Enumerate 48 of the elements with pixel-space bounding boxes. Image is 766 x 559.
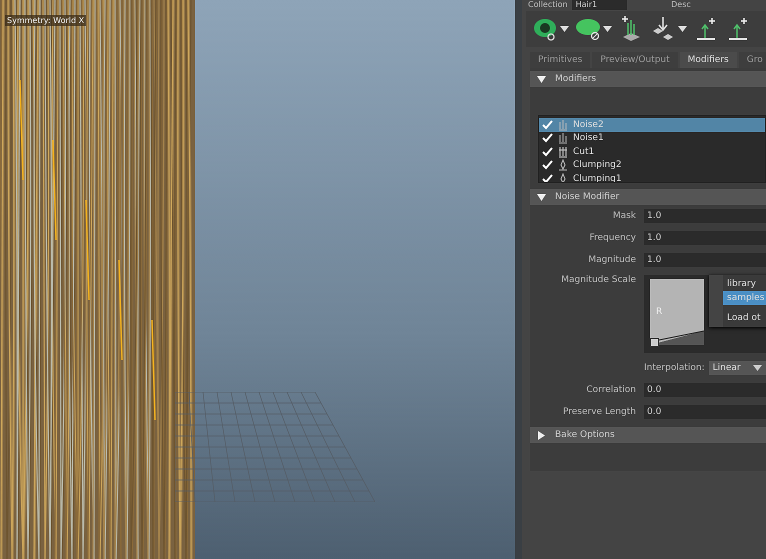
viewport-label: Symmetry: World X (5, 15, 86, 26)
checkbox[interactable] (542, 160, 553, 170)
section-title: Noise Modifier (555, 192, 620, 202)
collection-label: Collection (528, 0, 568, 10)
section-header[interactable]: Modifiers (530, 71, 766, 87)
grass-icon (557, 118, 569, 131)
grass-icon (557, 132, 569, 144)
collapsed-arrow-icon (537, 430, 546, 440)
modifier-item[interactable]: Cut1 (539, 145, 765, 158)
ramp-curve-drawing (650, 279, 704, 345)
tab[interactable]: Gro (738, 52, 766, 68)
interpolation-label: Interpolation: (644, 363, 705, 373)
tab[interactable]: Primitives (530, 52, 590, 68)
checkbox[interactable] (542, 120, 553, 130)
field-label: Magnitude Scale (560, 275, 637, 285)
section-header[interactable]: Bake Options (530, 427, 766, 443)
cut-grass-icon (557, 146, 569, 158)
value-field[interactable]: 1.0 (644, 209, 766, 223)
checkbox[interactable] (542, 133, 553, 144)
expanded-arrow-icon (537, 192, 546, 202)
ramp-point[interactable] (650, 338, 659, 347)
section-title: Modifiers (555, 74, 596, 84)
checkbox[interactable] (542, 146, 553, 157)
expanded-arrow-icon (537, 74, 546, 84)
checkbox[interactable] (542, 174, 553, 182)
value-field[interactable]: 1.0 (644, 253, 766, 267)
value-field[interactable]: 1.0 (644, 231, 766, 245)
field-label: Magnitude (587, 255, 637, 265)
clump-icon (557, 159, 569, 172)
collection-field[interactable]: Hair1 (572, 0, 628, 10)
interpolation-dropdown[interactable]: Linear (708, 361, 766, 375)
section-header[interactable]: Noise Modifier (530, 189, 766, 205)
modifier-item[interactable]: Noise1 (539, 132, 765, 145)
tab[interactable]: Modifiers (680, 52, 737, 68)
value-field[interactable]: 0.0 (644, 383, 766, 397)
field-label: Correlation (585, 385, 637, 395)
caret-icon (752, 365, 762, 371)
description-label: Desc (671, 0, 691, 10)
channel-label: R (656, 307, 662, 317)
field-label: Mask (612, 211, 637, 221)
section-title: Bake Options (555, 430, 615, 440)
field-label: Frequency (588, 233, 637, 243)
value-field[interactable]: 0.0 (644, 405, 766, 419)
menu-item[interactable]: Load ot (723, 311, 766, 325)
tab[interactable]: Preview/Output (592, 52, 678, 68)
menu-item[interactable]: library (723, 277, 766, 291)
field-label: Preserve Length (562, 407, 637, 417)
modifier-item[interactable]: Clumping2 (539, 158, 765, 172)
